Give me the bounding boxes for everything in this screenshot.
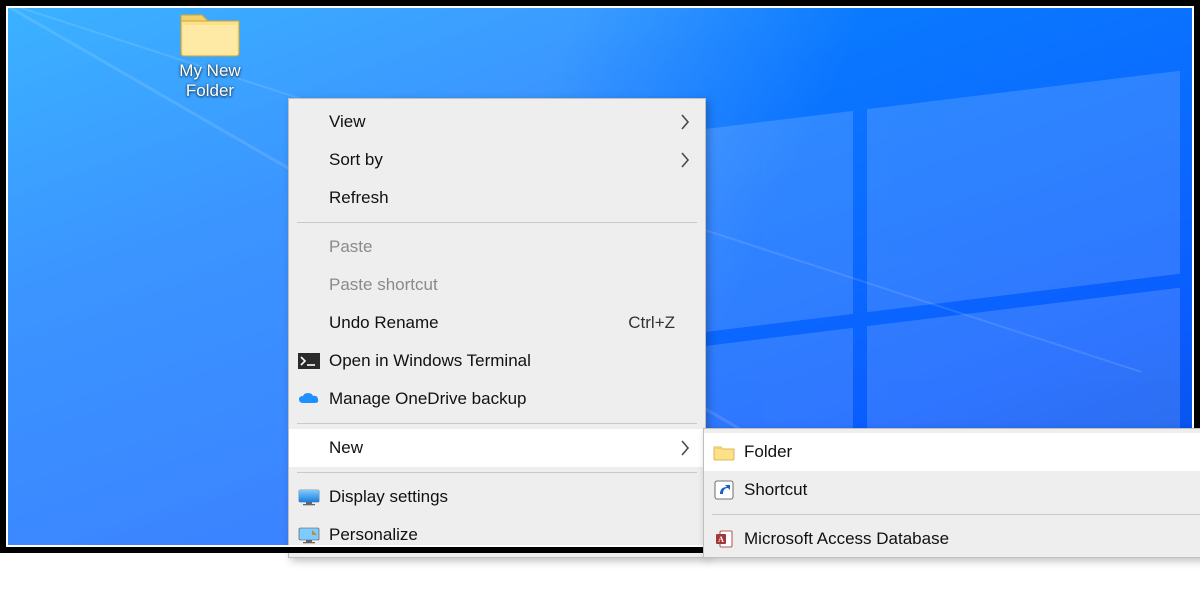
- shortcut-icon: [710, 479, 738, 501]
- menu-sort-by[interactable]: Sort by: [289, 141, 705, 179]
- menu-label: Refresh: [329, 188, 693, 208]
- menu-paste: Paste: [289, 228, 705, 266]
- blank-icon: [295, 236, 323, 258]
- menu-manage-onedrive[interactable]: Manage OneDrive backup: [289, 380, 705, 418]
- menu-label: Personalize: [329, 525, 693, 545]
- menu-separator: [297, 423, 697, 424]
- onedrive-icon: [295, 388, 323, 410]
- menu-label: Open in Windows Terminal: [329, 351, 693, 371]
- menu-label: Microsoft Access Database: [744, 529, 1200, 549]
- blank-icon: [295, 274, 323, 296]
- folder-icon: [178, 5, 242, 57]
- menu-label: Shortcut: [744, 480, 1200, 500]
- chevron-right-icon: [679, 439, 691, 457]
- menu-open-terminal[interactable]: Open in Windows Terminal: [289, 342, 705, 380]
- desktop-folder-label: My New Folder: [155, 61, 265, 102]
- blank-icon: [295, 312, 323, 334]
- menu-shortcut: Ctrl+Z: [628, 313, 693, 333]
- svg-text:A: A: [718, 535, 724, 544]
- desktop-folder-item[interactable]: My New Folder: [155, 5, 265, 102]
- blank-icon: [295, 187, 323, 209]
- menu-display-settings[interactable]: Display settings: [289, 478, 705, 516]
- monitor-icon: [295, 486, 323, 508]
- menu-label: Manage OneDrive backup: [329, 389, 693, 409]
- terminal-icon: [295, 350, 323, 372]
- menu-label: Folder: [744, 442, 1200, 462]
- folder-icon: [710, 441, 738, 463]
- menu-label: Sort by: [329, 150, 693, 170]
- desktop-context-menu: View Sort by Refresh Paste Paste shortcu…: [288, 98, 706, 558]
- submenu-access-db[interactable]: A Microsoft Access Database: [704, 520, 1200, 558]
- menu-label: Paste shortcut: [329, 275, 693, 295]
- new-submenu: Folder Shortcut A Microsoft Access Datab…: [703, 428, 1200, 558]
- menu-label: Display settings: [329, 487, 693, 507]
- menu-view[interactable]: View: [289, 103, 705, 141]
- blank-icon: [295, 437, 323, 459]
- menu-label: Paste: [329, 237, 693, 257]
- blank-icon: [295, 149, 323, 171]
- menu-label: New: [329, 438, 693, 458]
- submenu-folder[interactable]: Folder: [704, 433, 1200, 471]
- chevron-right-icon: [679, 151, 691, 169]
- menu-refresh[interactable]: Refresh: [289, 179, 705, 217]
- menu-undo-rename[interactable]: Undo Rename Ctrl+Z: [289, 304, 705, 342]
- menu-separator: [712, 514, 1200, 515]
- desktop-background[interactable]: My New Folder View Sort by Refresh Paste: [0, 0, 1200, 553]
- blank-icon: [295, 111, 323, 133]
- personalize-icon: [295, 524, 323, 546]
- menu-label: Undo Rename: [329, 313, 628, 333]
- menu-personalize[interactable]: Personalize: [289, 516, 705, 554]
- menu-separator: [297, 222, 697, 223]
- menu-separator: [297, 472, 697, 473]
- menu-new[interactable]: New: [289, 429, 705, 467]
- access-icon: A: [710, 528, 738, 550]
- chevron-right-icon: [679, 113, 691, 131]
- submenu-shortcut[interactable]: Shortcut: [704, 471, 1200, 509]
- menu-paste-shortcut: Paste shortcut: [289, 266, 705, 304]
- menu-label: View: [329, 112, 693, 132]
